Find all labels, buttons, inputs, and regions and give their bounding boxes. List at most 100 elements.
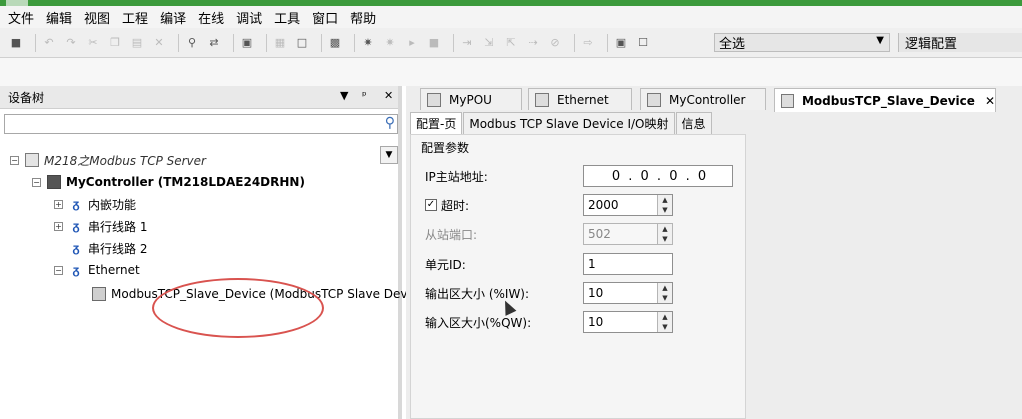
annotation-circle (152, 278, 324, 338)
new-object-icon[interactable]: □ (294, 35, 310, 51)
input-size-stepper[interactable]: 10 ▲ ▼ (583, 311, 673, 333)
step-out-icon[interactable]: ⇱ (503, 35, 519, 51)
menu-debug[interactable]: 调试 (236, 8, 262, 27)
menu-view[interactable]: 视图 (84, 8, 110, 27)
pou-icon (427, 92, 441, 107)
forward-icon[interactable]: ⇨ (580, 35, 596, 51)
port-label: 从站端口: (425, 227, 478, 242)
menu-project[interactable]: 工程 (122, 8, 148, 27)
redo-icon[interactable]: ↷ (63, 35, 79, 51)
selection-value: 全选 (719, 37, 746, 52)
config-section-title: 配置参数 (421, 141, 470, 155)
menu-edit[interactable]: 编辑 (46, 8, 72, 27)
ip-label: IP主站地址: (425, 169, 488, 184)
tab-mypou[interactable]: MyPOU (420, 88, 522, 110)
ip-address-field[interactable]: 0 . 0 . 0 . 0 (583, 165, 733, 187)
tab-label: Ethernet (557, 92, 609, 107)
undo-icon[interactable]: ↶ (41, 35, 57, 51)
tab-label: ModbusTCP_Slave_Device (801, 93, 975, 108)
plc-icon (47, 175, 61, 189)
search-icon[interactable]: ⚲ (385, 115, 395, 131)
stepper-arrows-icon[interactable]: ▲ ▼ (657, 195, 672, 215)
subtab-config[interactable]: 配置-页 (410, 112, 463, 134)
menu-online[interactable]: 在线 (198, 8, 224, 27)
step-icon[interactable]: ⇥ (459, 35, 475, 51)
breakpoint-icon[interactable]: ⊘ (547, 35, 563, 51)
device-icon (781, 93, 794, 108)
network-icon: ᵹ (72, 219, 80, 233)
tree-item-label: 串行线路 1 (88, 219, 148, 234)
find-icon[interactable]: ⚲ (184, 35, 200, 51)
timeout-stepper[interactable]: 2000 ▲ ▼ (583, 194, 673, 216)
run-icon[interactable]: ▸ (404, 35, 420, 51)
menu-file[interactable]: 文件 (8, 8, 34, 27)
tree-root[interactable]: − M218之Modbus TCP Server (10, 150, 206, 170)
expand-icon[interactable]: + (54, 221, 63, 231)
tree-item-serial2[interactable]: ᵹ 串行线路 2 (69, 238, 147, 258)
insert-icon[interactable]: ▦ (272, 35, 288, 51)
step-over-icon[interactable]: ⇢ (525, 35, 541, 51)
build-icon[interactable]: ✷ (360, 35, 376, 51)
input-size-label: 输入区大小(%QW): (425, 315, 532, 330)
tab-mycontroller[interactable]: MyController (640, 88, 766, 110)
monitor-icon[interactable]: ▣ (613, 35, 629, 51)
tree-item-embedded[interactable]: + ᵹ 内嵌功能 (54, 194, 136, 214)
subtab-info[interactable]: 信息 (675, 112, 712, 134)
stepper-arrows-icon: ▲ ▼ (657, 224, 672, 244)
calendar-icon[interactable]: ▩ (327, 35, 343, 51)
close-icon[interactable]: ✕ (384, 89, 393, 102)
tree-controller[interactable]: − MyController (TM218LDAE24DRHN) (32, 172, 305, 192)
menu-window[interactable]: 窗口 (312, 8, 338, 27)
stop-icon[interactable]: ■ (426, 35, 442, 51)
tab-ethernet[interactable]: Ethernet (528, 88, 632, 110)
security-icon[interactable]: ☐ (635, 35, 651, 51)
copy-icon[interactable]: ❐ (107, 35, 123, 51)
chevron-down-icon[interactable]: ▼ (876, 35, 884, 46)
rebuild-icon[interactable]: ✷ (382, 35, 398, 51)
menu-help[interactable]: 帮助 (350, 8, 376, 27)
network-icon: ᵹ (72, 241, 80, 255)
window-icon[interactable]: ▣ (239, 35, 255, 51)
editor-panel: MyPOU Ethernet MyController ModbusTCP_Sl… (406, 86, 1022, 419)
subtab-io-mapping[interactable]: Modbus TCP Slave Device I/O映射 (463, 112, 675, 134)
tree-item-ethernet[interactable]: − ᵹ Ethernet (54, 260, 140, 280)
panel-menu-icon[interactable]: ▼ (340, 89, 348, 102)
expand-icon[interactable]: + (54, 199, 63, 209)
tree-search-input[interactable]: ⚲ (4, 114, 398, 134)
tab-modbustcp-slave-device[interactable]: ModbusTCP_Slave_Device ✕ (774, 88, 996, 112)
step-in-icon[interactable]: ⇲ (481, 35, 497, 51)
print-icon[interactable]: ■ (8, 35, 24, 51)
collapse-icon[interactable]: − (10, 155, 19, 165)
collapse-icon[interactable]: − (32, 177, 41, 187)
collapse-icon[interactable]: − (54, 265, 63, 275)
cut-icon[interactable]: ✂ (85, 35, 101, 51)
paste-icon[interactable]: ▤ (129, 35, 145, 51)
tree-item-label: 串行线路 2 (88, 241, 148, 256)
device-tree-title: 设备树 (8, 90, 45, 105)
delete-icon[interactable]: ✕ (151, 35, 167, 51)
device-tree-panel: 设备树 ▼ ᵖ ✕ ⚲ ▼ − M218之Modbus TCP Server −… (0, 86, 430, 419)
stepper-arrows-icon[interactable]: ▲ ▼ (657, 283, 672, 303)
timeout-row: ✓ 超时: (425, 194, 469, 216)
tree-item-serial1[interactable]: + ᵹ 串行线路 1 (54, 216, 147, 236)
pin-icon[interactable]: ᵖ (362, 89, 367, 102)
stepper-arrows-icon[interactable]: ▲ ▼ (657, 312, 672, 332)
slave-device-icon (92, 287, 106, 301)
selection-dropdown[interactable]: 全选 ▼ (714, 33, 890, 52)
menu-bar: 文件 编辑 视图 工程 编译 在线 调试 工具 窗口 帮助 (0, 6, 1022, 28)
device-tree-header: 设备树 ▼ ᵖ ✕ (0, 86, 398, 109)
device-icon (647, 92, 661, 107)
timeout-checkbox[interactable]: ✓ (425, 199, 437, 211)
unit-id-field[interactable]: 1 (583, 253, 673, 275)
output-size-stepper[interactable]: 10 ▲ ▼ (583, 282, 673, 304)
toolbar-gap (0, 58, 1022, 86)
output-size-value: 10 (588, 286, 604, 300)
replace-icon[interactable]: ⇄ (206, 35, 222, 51)
logic-config-dropdown[interactable]: 逻辑配置 (898, 33, 1022, 52)
sub-tabs: 配置-页 Modbus TCP Slave Device I/O映射 信息 (410, 112, 713, 134)
tree-dropdown-button[interactable]: ▼ (380, 146, 398, 164)
menu-tools[interactable]: 工具 (274, 8, 300, 27)
menu-build[interactable]: 编译 (160, 8, 186, 27)
close-icon[interactable]: ✕ (985, 94, 995, 108)
tree-item-label: 内嵌功能 (88, 197, 137, 212)
